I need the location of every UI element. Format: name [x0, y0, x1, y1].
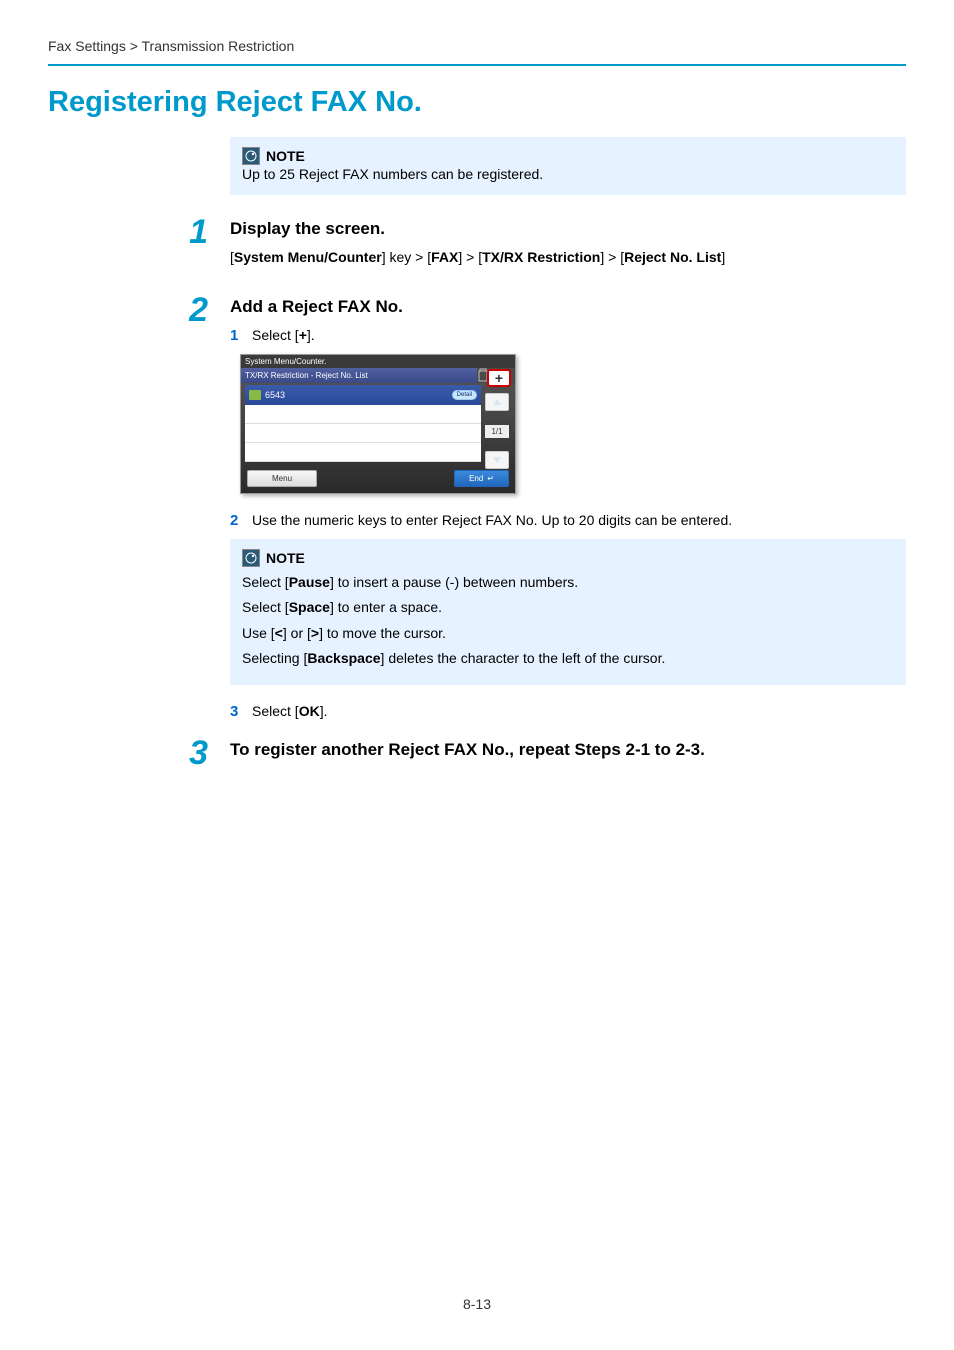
fax-icon — [249, 390, 261, 400]
menu-button[interactable]: Menu — [247, 470, 317, 487]
step-number-1: 1 — [189, 213, 208, 251]
detail-button[interactable]: Detail — [452, 390, 477, 400]
substep-2-1: 1 Select [+]. — [230, 327, 906, 344]
note-icon — [242, 549, 260, 567]
page-title: Registering Reject FAX No. — [0, 66, 954, 137]
step-1: 1 Display the screen. [System Menu/Count… — [48, 215, 906, 283]
substep-num: 1 — [230, 327, 242, 344]
ss-empty-row — [245, 443, 481, 462]
page-indicator: 1/1 — [485, 425, 509, 438]
step-3: 3 To register another Reject FAX No., re… — [48, 736, 906, 770]
note-line: Select [Pause] to insert a pause (-) bet… — [242, 573, 894, 593]
ss-subtitle: TX/RX Restriction - Reject No. List — [241, 368, 477, 383]
note-box-2: NOTE Select [Pause] to insert a pause (-… — [230, 539, 906, 685]
step-1-title: Display the screen. — [230, 219, 906, 239]
plus-button[interactable]: + — [487, 369, 511, 387]
breadcrumb: Fax Settings > Transmission Restriction — [0, 0, 954, 64]
ss-list-item[interactable]: 6543 Detail — [245, 385, 481, 405]
ss-empty-row — [245, 405, 481, 424]
step-2: 2 Add a Reject FAX No. 1 Select [+]. Sys… — [48, 293, 906, 726]
ss-window-title: System Menu/Counter. — [241, 355, 515, 368]
note-icon — [242, 147, 260, 165]
note-line: Selecting [Backspace] deletes the charac… — [242, 649, 894, 669]
device-screenshot: System Menu/Counter. TX/RX Restriction -… — [240, 354, 516, 494]
step-number-3: 3 — [189, 734, 208, 772]
step-3-title: To register another Reject FAX No., repe… — [230, 740, 906, 760]
note-line: Use [<] or [>] to move the cursor. — [242, 624, 894, 644]
ss-fax-number: 6543 — [265, 390, 285, 400]
end-button[interactable]: End — [454, 470, 509, 487]
substep-2-2: 2 Use the numeric keys to enter Reject F… — [230, 512, 906, 529]
note-line: Select [Space] to enter a space. — [242, 598, 894, 618]
note-box-1: NOTE Up to 25 Reject FAX numbers can be … — [230, 137, 906, 195]
step-number-2: 2 — [189, 291, 208, 329]
substep-2-3: 3 Select [OK]. — [230, 703, 906, 720]
substep-num: 3 — [230, 703, 242, 720]
step-2-title: Add a Reject FAX No. — [230, 297, 906, 317]
note-text: Up to 25 Reject FAX numbers can be regis… — [242, 165, 894, 185]
substep-num: 2 — [230, 512, 242, 529]
navigation-path: [System Menu/Counter] key > [FAX] > [TX/… — [230, 249, 906, 265]
ss-empty-row — [245, 424, 481, 443]
page-number: 8-13 — [0, 1296, 954, 1312]
scroll-down-button[interactable] — [485, 451, 509, 469]
substep-text: Use the numeric keys to enter Reject FAX… — [252, 512, 732, 528]
note-label: NOTE — [266, 550, 305, 566]
note-label: NOTE — [266, 148, 305, 164]
scroll-up-button[interactable] — [485, 393, 509, 411]
